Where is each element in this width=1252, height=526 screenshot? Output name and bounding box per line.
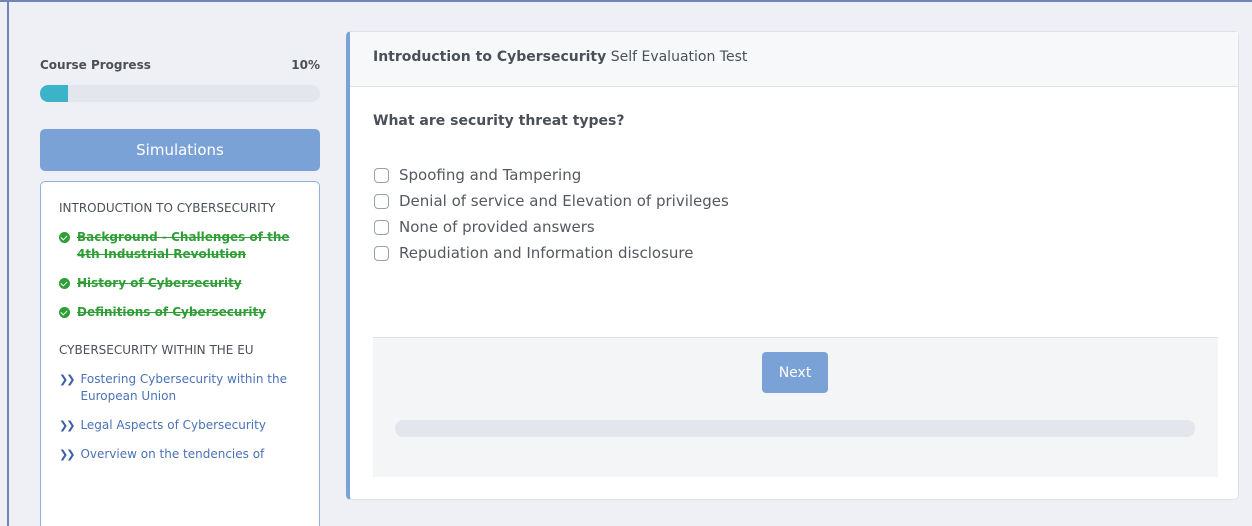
outline-item-label: Legal Aspects of Cybersecurity — [80, 418, 266, 432]
answer-label: Denial of service and Elevation of privi… — [399, 192, 729, 210]
course-progress-label: Course Progress — [40, 58, 151, 72]
test-title: Self Evaluation Test — [606, 49, 748, 65]
answer-label: Repudiation and Information disclosure — [399, 244, 694, 262]
answer-label: Spoofing and Tampering — [399, 166, 582, 184]
outline-item-label: Background - Challenges of the 4th Indus… — [77, 230, 290, 261]
card-header: Introduction to Cybersecurity Self Evalu… — [350, 32, 1238, 87]
course-progress-fill — [40, 85, 68, 102]
outline-item-legal[interactable]: ❯❯ Legal Aspects of Cybersecurity — [59, 417, 301, 434]
double-chevron-right-icon: ❯❯ — [59, 373, 76, 386]
outline-item-label: Fostering Cybersecurity within the Europ… — [80, 372, 287, 403]
quiz-progress-bar — [395, 420, 1195, 437]
check-circle-icon — [59, 232, 70, 243]
answer-checkbox[interactable] — [374, 167, 389, 183]
question-text: What are security threat types? — [373, 113, 625, 129]
answer-checkbox[interactable] — [374, 219, 389, 235]
outline-item-history[interactable]: History of Cybersecurity — [59, 275, 301, 292]
simulations-button[interactable]: Simulations — [40, 129, 320, 171]
check-circle-icon — [59, 278, 70, 289]
next-button[interactable]: Next — [762, 352, 828, 393]
top-border — [0, 0, 1252, 2]
answer-label: None of provided answers — [399, 218, 595, 236]
course-outline: INTRODUCTION TO CYBERSECURITY Background… — [40, 181, 320, 526]
answer-option[interactable]: Denial of service and Elevation of privi… — [374, 188, 729, 214]
answer-option[interactable]: Spoofing and Tampering — [374, 162, 729, 188]
outline-item-definitions[interactable]: Definitions of Cybersecurity — [59, 304, 301, 321]
outline-item-label: Overview on the tendencies of — [80, 447, 265, 461]
answer-option[interactable]: None of provided answers — [374, 214, 729, 240]
outline-item-label: Definitions of Cybersecurity — [77, 305, 267, 319]
answer-checkbox[interactable] — [374, 245, 389, 261]
outline-item-label: History of Cybersecurity — [77, 276, 242, 290]
double-chevron-right-icon: ❯❯ — [59, 448, 76, 461]
outline-item-background[interactable]: Background - Challenges of the 4th Indus… — [59, 229, 301, 263]
quiz-footer: Next — [373, 337, 1218, 477]
course-progress-bar — [40, 85, 320, 102]
outline-item-fostering[interactable]: ❯❯ Fostering Cybersecurity within the Eu… — [59, 371, 301, 405]
course-title: Introduction to Cybersecurity — [373, 49, 607, 65]
section-heading-eu: CYBERSECURITY WITHIN THE EU — [59, 343, 254, 357]
answer-option[interactable]: Repudiation and Information disclosure — [374, 240, 729, 266]
section-heading-introduction: INTRODUCTION TO CYBERSECURITY — [59, 201, 276, 215]
evaluation-card: Introduction to Cybersecurity Self Evalu… — [346, 31, 1239, 500]
left-border — [7, 2, 9, 526]
double-chevron-right-icon: ❯❯ — [59, 419, 76, 432]
check-circle-icon — [59, 307, 70, 318]
course-progress-value: 10% — [291, 58, 320, 72]
answer-checkbox[interactable] — [374, 193, 389, 209]
outline-item-overview[interactable]: ❯❯ Overview on the tendencies of — [59, 446, 301, 463]
sidebar: Course Progress 10% Simulations INTRODUC… — [40, 58, 320, 526]
course-progress-header: Course Progress 10% — [40, 58, 320, 72]
answer-options: Spoofing and Tampering Denial of service… — [374, 162, 729, 266]
